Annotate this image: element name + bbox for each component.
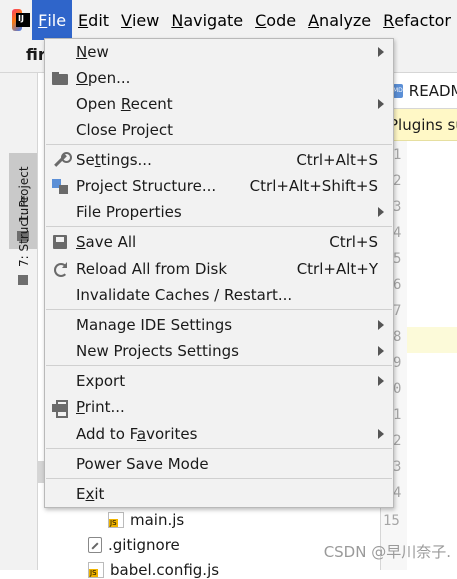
left-tool-strip: 1: Project 7: Structure [0, 73, 38, 570]
line-number: 5 [393, 251, 402, 267]
menu-item-label: Manage IDE Settings [76, 316, 233, 334]
menu-code[interactable]: Code [249, 0, 302, 40]
editor-tab-label: READM [408, 81, 457, 100]
menu-item-project-structure[interactable]: Project Structure... Ctrl+Alt+Shift+S [45, 173, 393, 199]
menu-item-shortcut: Ctrl+S [329, 233, 378, 251]
menu-item-label: Export [76, 372, 126, 390]
menu-file[interactable]: File [32, 0, 73, 40]
menu-item-label: Save All [76, 233, 137, 251]
menu-analyze[interactable]: Analyze [302, 0, 377, 40]
menu-item-open[interactable]: Open... [45, 65, 393, 91]
menu-refactor[interactable]: Refactor [377, 0, 457, 40]
tree-item-label: main.js [130, 511, 185, 529]
menu-item-shortcut: Ctrl+Alt+S [296, 151, 378, 169]
menu-separator [46, 226, 392, 227]
folder-open-icon [52, 70, 68, 86]
line-number: 1 [393, 407, 402, 423]
menu-item-open-recent[interactable]: Open Recent [45, 91, 393, 117]
menu-item-settings[interactable]: Settings... Ctrl+Alt+S [45, 147, 393, 173]
menu-item-label: Close Project [76, 121, 173, 139]
menu-separator [46, 478, 392, 479]
file-menu-dropdown: New Open... Open Recent Close Project Se… [44, 38, 394, 508]
watermark: CSDN @早川奈子. [323, 543, 451, 561]
menu-item-save-all[interactable]: Save All Ctrl+S [45, 229, 393, 255]
line-number: 15 [383, 513, 400, 529]
menu-item-shortcut: Ctrl+Alt+Shift+S [249, 177, 378, 195]
reload-icon [52, 261, 68, 277]
wrench-icon [52, 152, 72, 168]
menu-item-label: Project Structure... [76, 177, 217, 195]
menu-item-shortcut: Ctrl+Alt+Y [296, 260, 378, 278]
line-number: 0 [393, 381, 402, 397]
submenu-arrow-icon [378, 429, 384, 439]
line-number: 1 [393, 147, 402, 163]
menu-edit[interactable]: Edit [72, 0, 115, 40]
menu-item-label: Open... [76, 69, 131, 87]
menu-item-exit[interactable]: Exit [45, 481, 393, 507]
structure-tool-button[interactable]: 7: Structure [9, 183, 37, 293]
js-file-icon [88, 562, 104, 578]
menu-item-export[interactable]: Export [45, 368, 393, 394]
menu-navigate[interactable]: Navigate [165, 0, 249, 40]
line-number: 4 [393, 485, 402, 501]
menu-item-new[interactable]: New [45, 39, 393, 65]
submenu-arrow-icon [378, 320, 384, 330]
menu-item-label: New [76, 43, 109, 61]
menubar: IJ File Edit View Navigate Code Analyze … [0, 0, 457, 40]
menu-item-manage-ide-settings[interactable]: Manage IDE Settings [45, 312, 393, 338]
menu-item-label: Add to Favorites [76, 425, 198, 443]
line-number: 2 [393, 173, 402, 189]
menu-item-label: Power Save Mode [76, 455, 209, 473]
line-number: 4 [393, 225, 402, 241]
tree-item[interactable]: babel.config.js [88, 561, 219, 579]
menu-view[interactable]: View [115, 0, 165, 40]
submenu-arrow-icon [378, 376, 384, 386]
menu-separator [46, 448, 392, 449]
menu-item-reload-all[interactable]: Reload All from Disk Ctrl+Alt+Y [45, 256, 393, 282]
menu-separator [46, 309, 392, 310]
menu-item-label: Invalidate Caches / Restart... [76, 286, 293, 304]
tree-item[interactable]: .gitignore [88, 536, 180, 554]
menu-item-label: New Projects Settings [76, 342, 239, 360]
markdown-file-icon: MD [393, 83, 403, 98]
menu-item-label: Open Recent [76, 95, 173, 113]
line-number: 8 [393, 329, 402, 345]
menu-item-invalidate-caches[interactable]: Invalidate Caches / Restart... [45, 282, 393, 308]
line-number: 3 [393, 459, 402, 475]
tree-item-label: .gitignore [108, 536, 180, 554]
js-file-icon [108, 512, 124, 528]
git-ignore-file-icon [88, 537, 102, 553]
line-number: 2 [393, 433, 402, 449]
print-icon [52, 399, 68, 418]
structure-icon [18, 275, 28, 285]
menu-item-power-save-mode[interactable]: Power Save Mode [45, 451, 393, 477]
menu-item-label: Reload All from Disk [76, 260, 228, 278]
menu-item-add-to-favorites[interactable]: Add to Favorites [45, 421, 393, 447]
menu-item-label: Print... [76, 398, 125, 416]
project-structure-icon [52, 178, 68, 194]
menu-item-new-projects-settings[interactable]: New Projects Settings [45, 338, 393, 364]
banner-text: Plugins su [389, 115, 457, 134]
line-number: 9 [393, 355, 402, 371]
line-number: 6 [393, 277, 402, 293]
menu-item-file-properties[interactable]: File Properties [45, 199, 393, 225]
tree-item-label: babel.config.js [110, 561, 220, 579]
menu-item-print[interactable]: Print... [45, 394, 393, 420]
submenu-arrow-icon [378, 207, 384, 217]
menu-item-label: Settings... [76, 151, 152, 169]
submenu-arrow-icon [378, 346, 384, 356]
tree-item[interactable]: main.js [108, 511, 184, 529]
line-number: 3 [393, 199, 402, 215]
line-number: 7 [393, 303, 402, 319]
menu-separator [46, 365, 392, 366]
menu-item-label: File Properties [76, 203, 182, 221]
structure-tool-label: 7: Structure [17, 195, 31, 267]
menu-separator [46, 144, 392, 145]
menu-item-label: Exit [76, 485, 105, 503]
menu-item-close-project[interactable]: Close Project [45, 117, 393, 143]
intellij-logo-icon: IJ [12, 9, 31, 31]
submenu-arrow-icon [378, 47, 384, 57]
submenu-arrow-icon [378, 99, 384, 109]
save-icon [52, 234, 68, 250]
